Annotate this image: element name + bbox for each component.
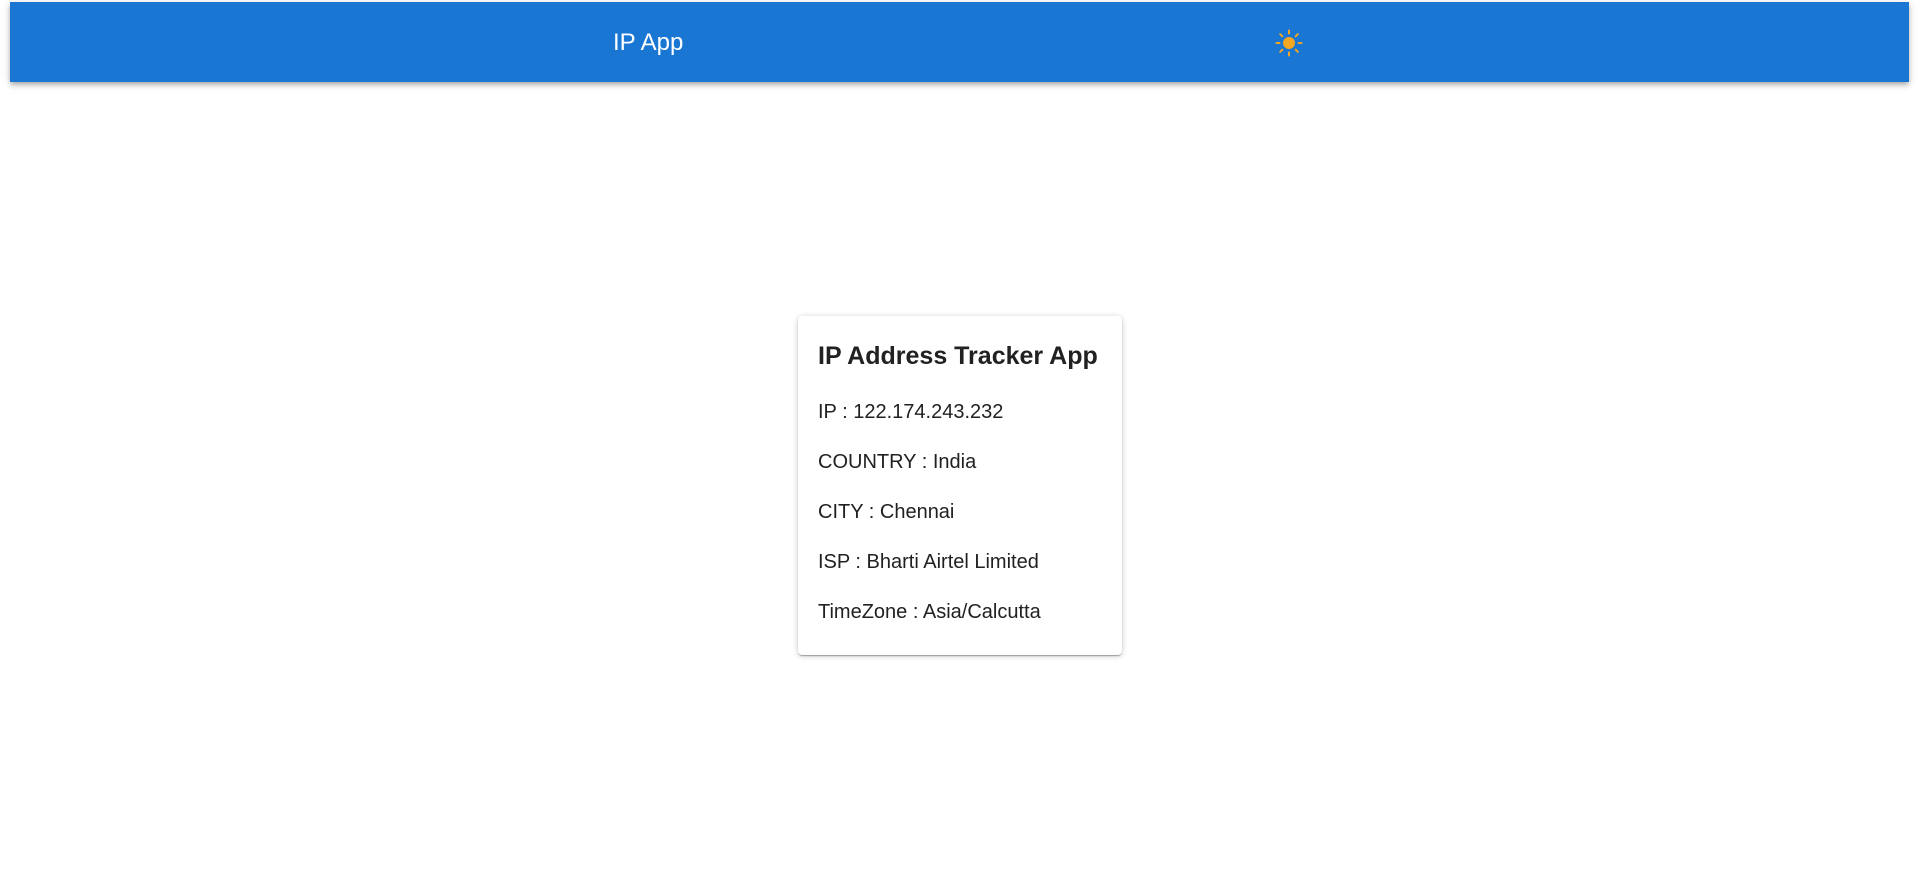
isp-label: ISP [818, 551, 850, 573]
city-row: CITY : Chennai [818, 501, 955, 523]
app-title: IP App [613, 29, 684, 56]
app-bar: IP App [10, 2, 1909, 82]
ip-row: IP : 122.174.243.232 [818, 401, 1004, 423]
sun-icon [1275, 29, 1303, 57]
isp-value: Bharti Airtel Limited [866, 551, 1039, 573]
country-label: COUNTRY [818, 451, 917, 473]
ip-value: 122.174.243.232 [853, 401, 1004, 423]
country-row: COUNTRY : India [818, 451, 977, 473]
country-value: India [932, 451, 977, 473]
city-value: Chennai [879, 501, 955, 523]
timezone-row: TimeZone : Asia/Calcutta [818, 601, 1041, 623]
isp-row: ISP : Bharti Airtel Limited [818, 551, 1039, 573]
ip-label: IP [818, 401, 837, 423]
theme-toggle-button[interactable] [1271, 25, 1307, 61]
timezone-value: Asia/Calcutta [922, 601, 1041, 623]
timezone-label: TimeZone [818, 601, 908, 623]
ip-info-card: IP Address Tracker App IP : 122.174.243.… [798, 316, 1122, 655]
card-title: IP Address Tracker App [818, 342, 1098, 370]
city-label: CITY [818, 501, 864, 523]
